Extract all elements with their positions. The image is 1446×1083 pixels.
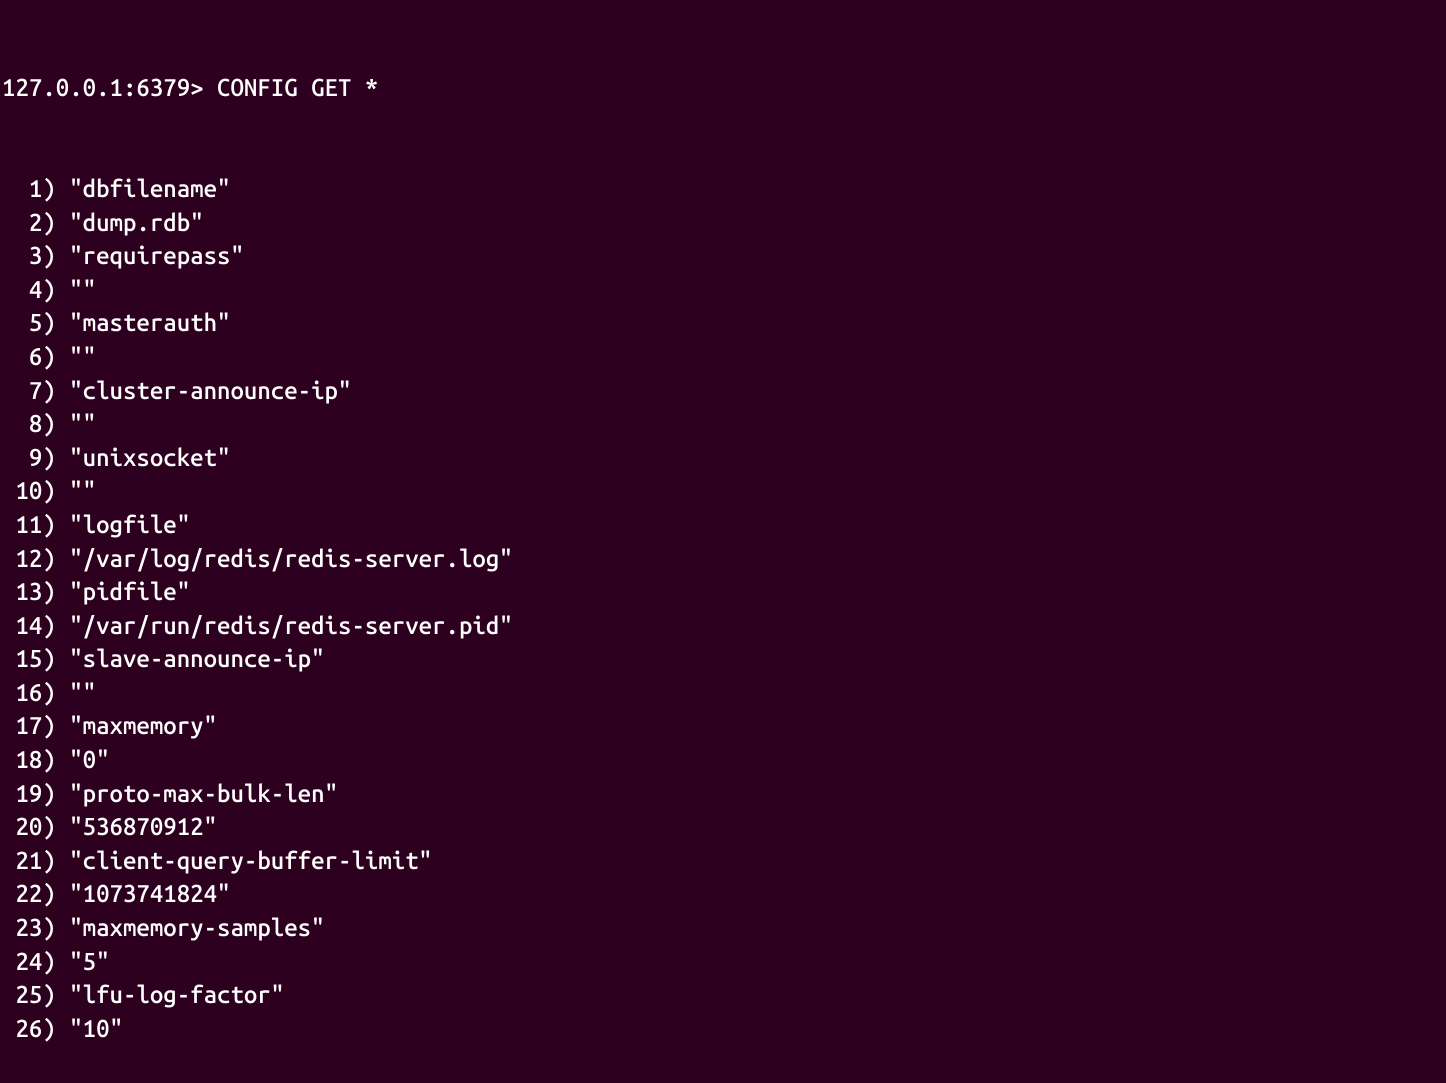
output-line: 10) "" — [0, 474, 1446, 508]
output-line: 7) "cluster-announce-ip" — [0, 374, 1446, 408]
output-line: 13) "pidfile" — [0, 575, 1446, 609]
output-container: 1) "dbfilename" 2) "dump.rdb" 3) "requir… — [0, 172, 1446, 1045]
output-line: 11) "logfile" — [0, 508, 1446, 542]
output-line: 19) "proto-max-bulk-len" — [0, 777, 1446, 811]
output-line: 8) "" — [0, 407, 1446, 441]
terminal-window[interactable]: 127.0.0.1:6379> CONFIG GET * 1) "dbfilen… — [0, 4, 1446, 1079]
output-line: 1) "dbfilename" — [0, 172, 1446, 206]
output-line: 18) "0" — [0, 743, 1446, 777]
output-line: 24) "5" — [0, 945, 1446, 979]
output-line: 2) "dump.rdb" — [0, 206, 1446, 240]
output-line: 22) "1073741824" — [0, 877, 1446, 911]
output-line: 4) "" — [0, 273, 1446, 307]
command-text: CONFIG GET * — [217, 74, 378, 101]
output-line: 21) "client-query-buffer-limit" — [0, 844, 1446, 878]
output-line: 20) "536870912" — [0, 810, 1446, 844]
output-line: 5) "masterauth" — [0, 306, 1446, 340]
output-line: 25) "lfu-log-factor" — [0, 978, 1446, 1012]
output-line: 9) "unixsocket" — [0, 441, 1446, 475]
output-line: 6) "" — [0, 340, 1446, 374]
prompt: 127.0.0.1:6379> — [2, 74, 217, 101]
output-line: 12) "/var/log/redis/redis-server.log" — [0, 542, 1446, 576]
output-line: 26) "10" — [0, 1012, 1446, 1046]
output-line: 17) "maxmemory" — [0, 709, 1446, 743]
output-line: 16) "" — [0, 676, 1446, 710]
output-line: 23) "maxmemory-samples" — [0, 911, 1446, 945]
command-line: 127.0.0.1:6379> CONFIG GET * — [0, 71, 1446, 105]
output-line: 15) "slave-announce-ip" — [0, 642, 1446, 676]
output-line: 3) "requirepass" — [0, 239, 1446, 273]
output-line: 14) "/var/run/redis/redis-server.pid" — [0, 609, 1446, 643]
